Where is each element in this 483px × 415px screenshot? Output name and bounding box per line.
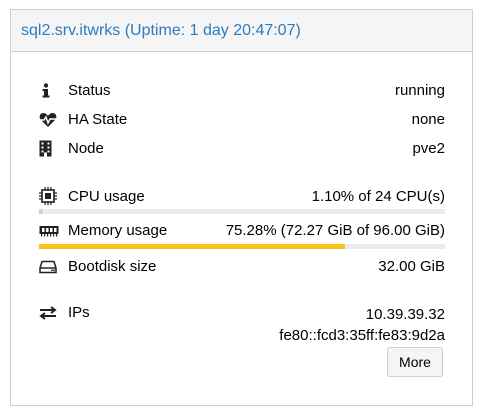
hdd-icon	[39, 260, 61, 274]
panel-header: sql2.srv.itwrks (Uptime: 1 day 20:47:07)	[11, 10, 472, 52]
memory-usage-bar	[39, 244, 445, 249]
cpu-chip-icon	[39, 187, 61, 205]
ips-row: IPs	[39, 304, 90, 321]
ip-address: 10.39.39.32	[365, 306, 445, 323]
memory-usage-fill	[39, 244, 345, 249]
node-row: Node pve2	[39, 140, 445, 157]
memory-row: Memory usage 75.28% (72.27 GiB of 96.00 …	[39, 222, 445, 239]
ha-state-value: none	[411, 111, 445, 128]
panel-body: Status running HA State none Node pve2 C…	[11, 52, 472, 405]
status-row: Status running	[39, 82, 445, 99]
status-value: running	[394, 82, 445, 99]
cpu-usage-fill	[39, 209, 44, 214]
status-label: Status	[68, 82, 111, 99]
memory-value: 75.28% (72.27 GiB of 96.00 GiB)	[225, 222, 445, 239]
ha-state-row: HA State none	[39, 111, 445, 128]
more-button[interactable]: More	[387, 347, 443, 377]
cpu-label: CPU usage	[68, 187, 145, 205]
ha-state-label: HA State	[68, 111, 128, 128]
bootdisk-label: Bootdisk size	[68, 258, 157, 275]
heartbeat-icon	[39, 112, 61, 128]
building-icon	[39, 140, 61, 157]
cpu-row: CPU usage 1.10% of 24 CPU(s)	[39, 187, 445, 205]
cpu-usage-bar	[39, 209, 445, 214]
exchange-arrows-icon	[39, 305, 61, 320]
panel-title: sql2.srv.itwrks (Uptime: 1 day 20:47:07)	[21, 21, 301, 39]
memory-label: Memory usage	[68, 222, 168, 239]
node-value: pve2	[412, 140, 445, 157]
bootdisk-value: 32.00 GiB	[378, 258, 445, 275]
guest-status-panel: sql2.srv.itwrks (Uptime: 1 day 20:47:07)…	[10, 9, 473, 406]
node-label: Node	[68, 140, 104, 157]
info-icon	[39, 82, 61, 99]
ip-address: fe80::fcd3:35ff:fe83:9d2a	[279, 327, 445, 344]
memory-icon	[39, 225, 61, 237]
bootdisk-row: Bootdisk size 32.00 GiB	[39, 258, 445, 275]
cpu-value: 1.10% of 24 CPU(s)	[311, 187, 445, 205]
ips-label: IPs	[68, 304, 90, 321]
ip-address-list: 10.39.39.32 fe80::fcd3:35ff:fe83:9d2a	[279, 304, 445, 346]
